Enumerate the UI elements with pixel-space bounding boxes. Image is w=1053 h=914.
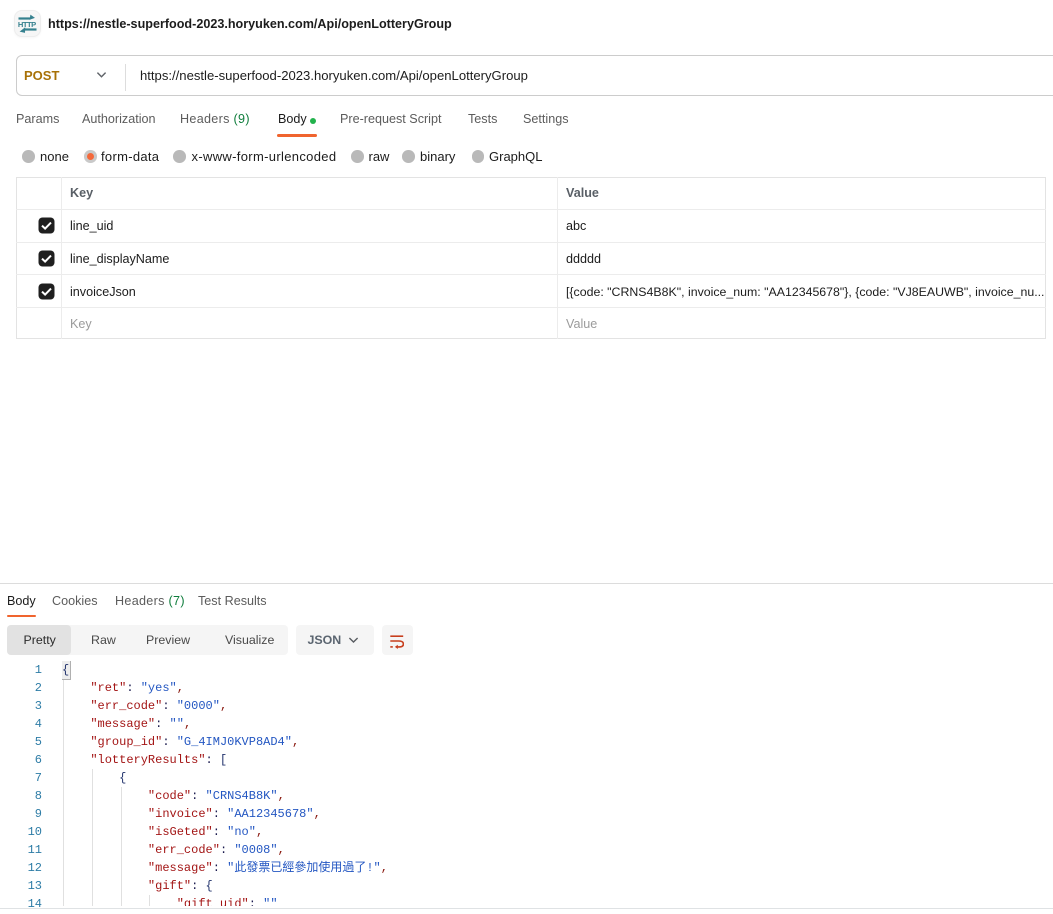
svg-text:HTTP: HTTP [18,20,36,29]
